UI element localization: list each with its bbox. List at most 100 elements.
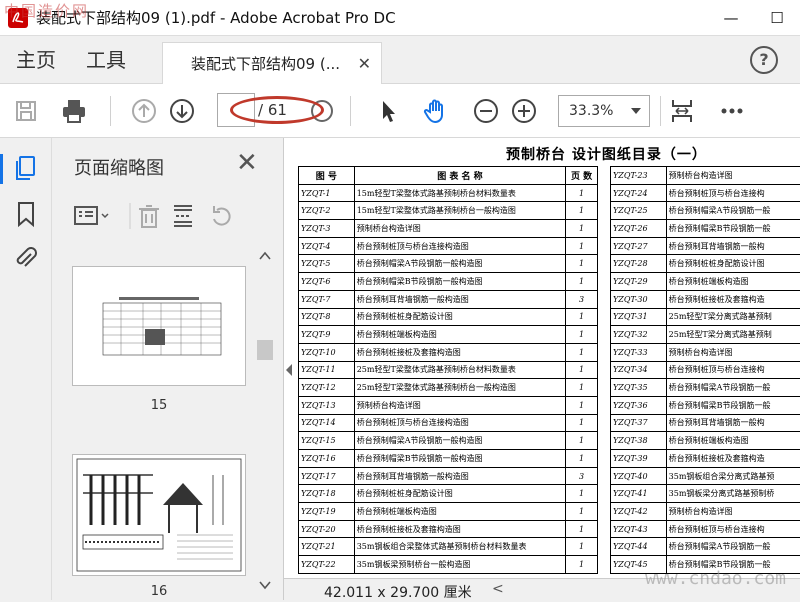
fit-page-icon[interactable] (666, 95, 698, 127)
zoom-out-icon[interactable] (470, 95, 502, 127)
hand-tool-icon[interactable] (420, 95, 452, 127)
table-row: YZQT-3225m轻型T梁分离式路基预制 (611, 326, 800, 344)
table-row: YZQT-115m轻型T梁整体式路基预制桥台材料数量表1 (299, 184, 598, 202)
table-row: YZQT-33预制桥台构造详图 (611, 343, 800, 361)
drawing-number: YZQT-37 (611, 414, 667, 432)
zoom-select[interactable]: 33.3% (558, 95, 650, 127)
scroll-down-icon[interactable] (256, 578, 274, 592)
table-row: YZQT-4135m钢板梁分离式路基预制桥 (611, 485, 800, 503)
scroll-up-icon[interactable] (256, 249, 274, 263)
drawing-name: 桥台预制桩顶与桥台连接构造图 (354, 237, 565, 255)
table-row: YZQT-9桥台预制桩端板构造图1 (299, 326, 598, 344)
thumbnail-page-16[interactable] (72, 454, 246, 576)
thumbnail-label: 16 (72, 584, 246, 599)
select-cursor-icon[interactable] (372, 95, 404, 127)
drawing-number: YZQT-15 (299, 432, 355, 450)
drawing-number: YZQT-38 (611, 432, 667, 450)
close-tab-icon[interactable]: ✕ (358, 54, 371, 73)
table-row: YZQT-10桥台预制桩接桩及套箍构造图1 (299, 343, 598, 361)
drawing-name: 桥台预制帽梁A节段钢筋一般 (666, 202, 800, 220)
drawing-number: YZQT-34 (611, 361, 667, 379)
thumbnail-page-15[interactable] (72, 266, 246, 386)
drawing-number: YZQT-14 (299, 414, 355, 432)
table-row: YZQT-25桥台预制帽梁A节段钢筋一般 (611, 202, 800, 220)
table-row: YZQT-7桥台预制耳背墙钢筋一般构造图3 (299, 290, 598, 308)
drawing-name: 桥台预制桩端板构造图 (666, 273, 800, 291)
page-count: 1 (566, 255, 598, 273)
table-row: YZQT-5桥台预制帽梁A节段钢筋一般构造图1 (299, 255, 598, 273)
thumbnail-options-icon[interactable] (72, 202, 112, 230)
drawing-number: YZQT-8 (299, 308, 355, 326)
drawing-name: 桥台预制帽梁A节段钢筋一般构造图 (354, 432, 565, 450)
next-page-icon[interactable] (166, 95, 198, 127)
drawing-number: YZQT-25 (611, 202, 667, 220)
rotate-page-icon[interactable] (204, 202, 240, 230)
drawing-name: 桥台预制桩接桩及套箍构造 (666, 450, 800, 468)
drawing-name: 桥台预制桩顶与桥台连接构 (666, 361, 800, 379)
close-panel-icon[interactable]: ✕ (236, 148, 258, 178)
table-row: YZQT-44桥台预制帽梁A节段钢筋一般 (611, 538, 800, 556)
previous-page-icon[interactable] (128, 95, 160, 127)
page-count: 1 (566, 379, 598, 397)
page-count: 1 (566, 556, 598, 574)
page-count: 3 (566, 290, 598, 308)
table-row: YZQT-24桥台预制桩顶与桥台连接构 (611, 184, 800, 202)
page-count: 1 (566, 520, 598, 538)
table-row: YZQT-35桥台预制帽梁A节段钢筋一般 (611, 379, 800, 397)
scrollbar-thumb[interactable] (257, 340, 273, 360)
page-count: 3 (566, 467, 598, 485)
drawing-number: YZQT-23 (611, 167, 667, 185)
drawing-number: YZQT-24 (611, 184, 667, 202)
document-viewer[interactable]: 预制桥台 设计图纸目录（一） 图 号 图 表 名 称 页 数 YZQT-115m… (284, 138, 800, 578)
minimize-button[interactable]: — (708, 0, 754, 36)
table-row: YZQT-28桥台预制桩桩身配筋设计图 (611, 255, 800, 273)
zoom-in-icon[interactable] (508, 95, 540, 127)
drawing-number: YZQT-32 (611, 326, 667, 344)
drawing-name: 15m轻型T梁整体式路基预制桥台一般构造图 (354, 202, 565, 220)
panel-scrollbar[interactable] (256, 248, 274, 598)
table-row: YZQT-17桥台预制耳背墙钢筋一般构造图3 (299, 467, 598, 485)
drawing-name: 桥台预制桩接桩及套箍构造 (666, 290, 800, 308)
help-icon[interactable]: ? (750, 46, 778, 74)
drawing-number: YZQT-28 (611, 255, 667, 273)
drawing-number: YZQT-4 (299, 237, 355, 255)
table-row: YZQT-27桥台预制耳背墙钢筋一般构 (611, 237, 800, 255)
watermark-top: 中国造价网 (4, 0, 89, 21)
table-row: YZQT-4桥台预制桩顶与桥台连接构造图1 (299, 237, 598, 255)
table-row: YZQT-215m轻型T梁整体式路基预制桥台一般构造图1 (299, 202, 598, 220)
drawing-number: YZQT-30 (611, 290, 667, 308)
page-thumbnails-icon[interactable] (12, 154, 40, 182)
save-icon[interactable] (10, 95, 42, 127)
drawing-name: 25m轻型T梁整体式路基预制桥台一般构造图 (354, 379, 565, 397)
attachment-icon[interactable] (12, 244, 40, 272)
tab-tools[interactable]: 工具 (86, 36, 126, 84)
drawing-name: 预制桥台构造详图 (666, 167, 800, 185)
thumbnail-label: 15 (72, 398, 246, 413)
more-tools-icon[interactable] (716, 95, 748, 127)
watermark-bottom: www.cndao.com (645, 568, 786, 589)
drawing-number: YZQT-21 (299, 538, 355, 556)
bookmark-icon[interactable] (12, 200, 40, 228)
print-icon[interactable] (58, 95, 90, 127)
delete-page-icon[interactable] (124, 202, 168, 230)
page-count: 1 (566, 503, 598, 521)
drawing-name: 桥台预制桩端板构造图 (354, 326, 565, 344)
maximize-button[interactable]: ☐ (754, 0, 800, 36)
collapse-panel-handle[interactable] (284, 358, 296, 382)
drawing-name: 桥台预制耳背墙钢筋一般构造图 (354, 290, 565, 308)
tab-bar: 主页 工具 装配式下部结构09 (... ✕ ? (0, 36, 800, 84)
active-indicator (0, 154, 3, 184)
page-count: 1 (566, 273, 598, 291)
table-row: YZQT-18桥台预制桩桩身配筋设计图1 (299, 485, 598, 503)
table-row: YZQT-14桥台预制桩顶与桥台连接构造图1 (299, 414, 598, 432)
tab-document[interactable]: 装配式下部结构09 (... ✕ (162, 42, 382, 84)
drawing-name: 桥台预制帽梁B节段钢筋一般 (666, 220, 800, 238)
drawing-number: YZQT-9 (299, 326, 355, 344)
tab-home[interactable]: 主页 (16, 36, 56, 84)
drawing-number: YZQT-22 (299, 556, 355, 574)
drawing-name: 桥台预制桩接桩及套箍构造图 (354, 343, 565, 361)
drawing-number: YZQT-39 (611, 450, 667, 468)
insert-page-icon[interactable] (168, 202, 204, 230)
scroll-left-button[interactable]: < (492, 581, 504, 597)
drawing-number: YZQT-18 (299, 485, 355, 503)
